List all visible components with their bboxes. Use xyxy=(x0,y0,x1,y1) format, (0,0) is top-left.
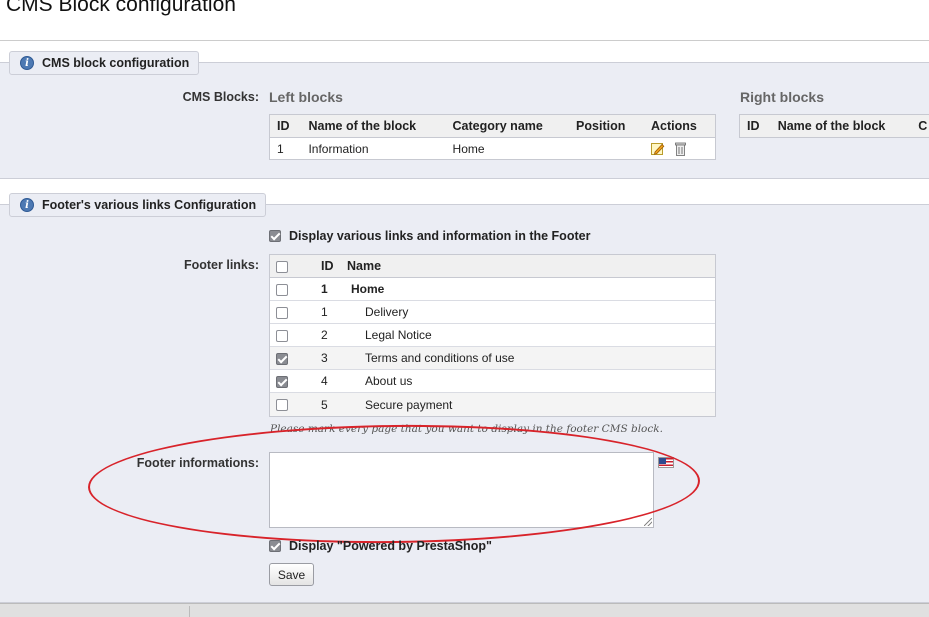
cms-block-legend: i CMS block configuration xyxy=(9,51,200,75)
link-checkbox[interactable] xyxy=(276,283,288,296)
header-divider xyxy=(0,40,929,41)
footer-links-legend: i Footer's various links Configuration xyxy=(9,193,267,217)
block-category: Home xyxy=(452,141,485,156)
table-row: 1 Home xyxy=(270,278,715,301)
powered-by-option[interactable]: Display "Powered by PrestaShop" xyxy=(269,539,492,553)
left-blocks-table: ID Name of the block Category name Posit… xyxy=(269,114,716,160)
col-name: Name of the block xyxy=(770,114,912,138)
block-position xyxy=(569,138,644,160)
display-links-checkbox[interactable] xyxy=(269,230,281,242)
col-name: Name of the block xyxy=(301,114,446,138)
table-row: 2 Legal Notice xyxy=(270,324,715,347)
table-header-row: ID Name of the block C xyxy=(739,114,929,138)
col-id: ID xyxy=(321,259,334,273)
link-id: 4 xyxy=(321,374,328,388)
col-category: C xyxy=(911,114,929,138)
link-name: Home xyxy=(351,282,385,296)
col-id: ID xyxy=(269,114,302,138)
table-row: 3 Terms and conditions of use xyxy=(270,347,715,370)
footer-links-label: Footer links: xyxy=(183,258,259,272)
link-name: Terms and conditions of use xyxy=(365,351,515,365)
trash-icon[interactable] xyxy=(675,142,686,156)
resize-grip[interactable] xyxy=(644,518,652,526)
us-flag-icon[interactable] xyxy=(658,457,674,468)
col-category: Category name xyxy=(445,114,570,138)
col-position: Position xyxy=(569,114,645,138)
right-blocks-title: Right blocks xyxy=(740,89,825,105)
info-icon: i xyxy=(20,56,34,70)
left-blocks-title: Left blocks xyxy=(269,89,343,105)
block-actions xyxy=(644,138,715,160)
link-id: 3 xyxy=(321,351,328,365)
cms-block-legend-text: CMS block configuration xyxy=(42,56,190,70)
link-name: Legal Notice xyxy=(365,328,432,342)
col-name: Name xyxy=(347,259,382,273)
block-name: Information xyxy=(308,141,369,156)
powered-by-label: Display "Powered by PrestaShop" xyxy=(289,539,492,553)
link-name: Secure payment xyxy=(365,397,453,412)
block-id: 1 xyxy=(277,141,284,156)
display-links-label: Display various links and information in… xyxy=(289,229,591,243)
footer-info-label: Footer informations: xyxy=(136,456,259,470)
table-row: 1 Information Home xyxy=(270,138,716,160)
right-blocks-table: ID Name of the block C xyxy=(739,114,929,138)
table-row: 1 Delivery xyxy=(270,301,715,324)
page-title: CMS Block configuration xyxy=(6,0,236,16)
link-id: 5 xyxy=(321,397,328,412)
save-button[interactable]: Save xyxy=(269,563,314,586)
select-all-checkbox[interactable] xyxy=(276,260,288,273)
footer-links-legend-text: Footer's various links Configuration xyxy=(42,198,257,212)
powered-by-checkbox[interactable] xyxy=(269,540,281,552)
table-header-row: ID Name xyxy=(270,255,715,278)
col-id: ID xyxy=(739,114,771,138)
link-id: 1 xyxy=(321,305,328,319)
pencil-icon[interactable] xyxy=(651,142,665,156)
col-actions: Actions xyxy=(644,114,716,138)
table-row: 4 About us xyxy=(270,370,715,393)
link-checkbox[interactable] xyxy=(276,329,288,342)
link-id: 1 xyxy=(321,282,328,296)
link-checkbox[interactable] xyxy=(276,399,288,412)
footer-info-textarea[interactable] xyxy=(269,452,654,528)
link-checkbox[interactable] xyxy=(276,352,288,365)
link-id: 2 xyxy=(321,328,328,342)
links-hint: Please mark every page that you want to … xyxy=(270,423,663,435)
display-links-option[interactable]: Display various links and information in… xyxy=(269,229,590,243)
table-row: 5 Secure payment xyxy=(270,393,715,416)
link-name: Delivery xyxy=(365,305,409,319)
bottom-tab xyxy=(0,606,190,617)
table-header-row: ID Name of the block Category name Posit… xyxy=(269,114,716,138)
link-checkbox[interactable] xyxy=(276,306,288,319)
info-icon: i xyxy=(20,198,34,212)
link-checkbox[interactable] xyxy=(276,375,288,388)
link-name: About us xyxy=(365,374,413,388)
footer-links-table: ID Name 1 Home 1 Delivery 2 Legal Notice… xyxy=(269,254,716,417)
cms-blocks-label: CMS Blocks: xyxy=(182,90,259,104)
